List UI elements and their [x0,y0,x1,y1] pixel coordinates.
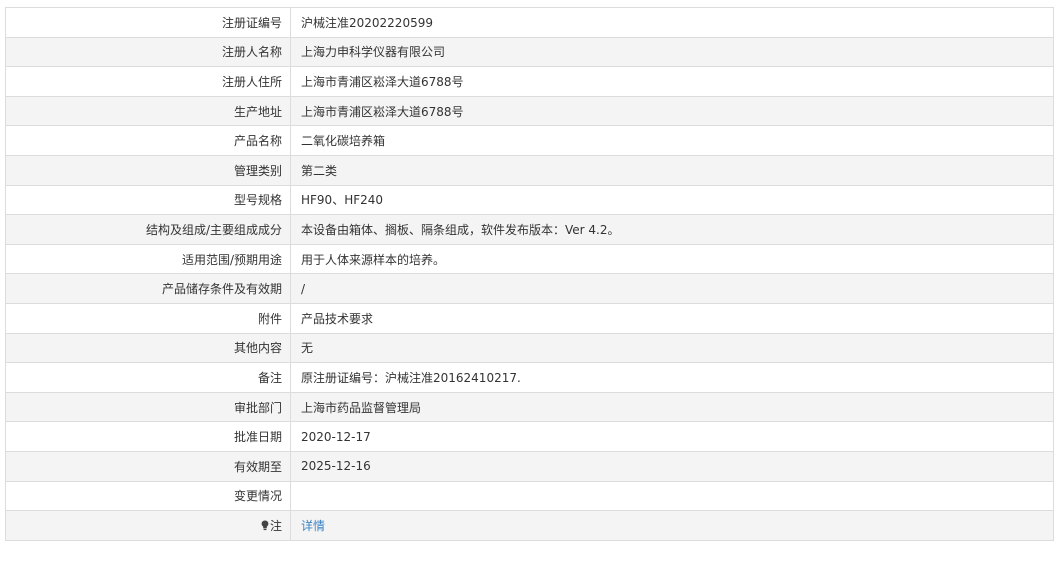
table-row: 附件 产品技术要求 [5,302,1054,334]
field-label: 结构及组成/主要组成成分 [5,214,291,245]
details-link[interactable]: 详情 [301,519,325,533]
table-row: 批准日期 2020-12-17 [5,421,1054,452]
table-row: 注册人住所 上海市青浦区崧泽大道6788号 [5,66,1054,97]
field-value: 2025-12-16 [290,450,1054,482]
field-label: 备注 [5,362,291,393]
field-label: 变更情况 [5,480,291,512]
field-label: 适用范围/预期用途 [5,243,291,275]
table-row: 注册证编号 沪械注准20202220599 [5,7,1054,38]
bulb-icon [261,520,269,530]
field-value: 沪械注准20202220599 [290,7,1054,38]
table-row: 变更情况 [5,480,1054,512]
field-label: 产品名称 [5,125,291,156]
field-value: 2020-12-17 [290,421,1054,452]
field-label: 注册人名称 [5,36,291,68]
field-value: / [290,273,1054,304]
field-value: 上海市青浦区崧泽大道6788号 [290,95,1054,127]
table-row: 备注 原注册证编号：沪械注准20162410217. [5,362,1054,393]
field-value: 用于人体来源样本的培养。 [290,243,1054,275]
note-value-cell: 详情 [290,510,1054,541]
field-label: 型号规格 [5,184,291,216]
field-value: 原注册证编号：沪械注准20162410217. [290,362,1054,393]
field-label: 产品储存条件及有效期 [5,273,291,304]
table-row: 生产地址 上海市青浦区崧泽大道6788号 [5,95,1054,127]
field-label: 管理类别 [5,154,291,186]
field-label: 批准日期 [5,421,291,452]
field-value: HF90、HF240 [290,184,1054,216]
field-label: 其他内容 [5,332,291,364]
note-label: 注 [269,518,282,533]
field-value: 第二类 [290,154,1054,186]
table-row: 型号规格 HF90、HF240 [5,184,1054,216]
field-value: 上海市药品监督管理局 [290,391,1054,423]
table-row: 注册人名称 上海力申科学仪器有限公司 [5,36,1054,68]
field-value [290,480,1054,512]
field-value: 无 [290,332,1054,364]
field-label: 注册人住所 [5,66,291,97]
field-label: 有效期至 [5,450,291,482]
field-value: 上海市青浦区崧泽大道6788号 [290,66,1054,97]
field-label: 审批部门 [5,391,291,423]
field-label: 注册证编号 [5,7,291,38]
registration-record-table: 注册证编号 沪械注准20202220599 注册人名称 上海力申科学仪器有限公司… [5,7,1054,541]
note-row: 注 详情 [5,510,1054,541]
field-value: 本设备由箱体、搁板、隔条组成，软件发布版本：Ver 4.2。 [290,214,1054,245]
table-row: 产品名称 二氧化碳培养箱 [5,125,1054,156]
table-row: 其他内容 无 [5,332,1054,364]
table-row: 有效期至 2025-12-16 [5,450,1054,482]
note-label-cell: 注 [5,510,291,541]
field-value: 二氧化碳培养箱 [290,125,1054,156]
field-label: 附件 [5,302,291,334]
table-row: 产品储存条件及有效期 / [5,273,1054,304]
table-row: 适用范围/预期用途 用于人体来源样本的培养。 [5,243,1054,275]
table-row: 管理类别 第二类 [5,154,1054,186]
field-value: 上海力申科学仪器有限公司 [290,36,1054,68]
table-row: 审批部门 上海市药品监督管理局 [5,391,1054,423]
table-row: 结构及组成/主要组成成分 本设备由箱体、搁板、隔条组成，软件发布版本：Ver 4… [5,214,1054,245]
field-label: 生产地址 [5,95,291,127]
field-value: 产品技术要求 [290,302,1054,334]
